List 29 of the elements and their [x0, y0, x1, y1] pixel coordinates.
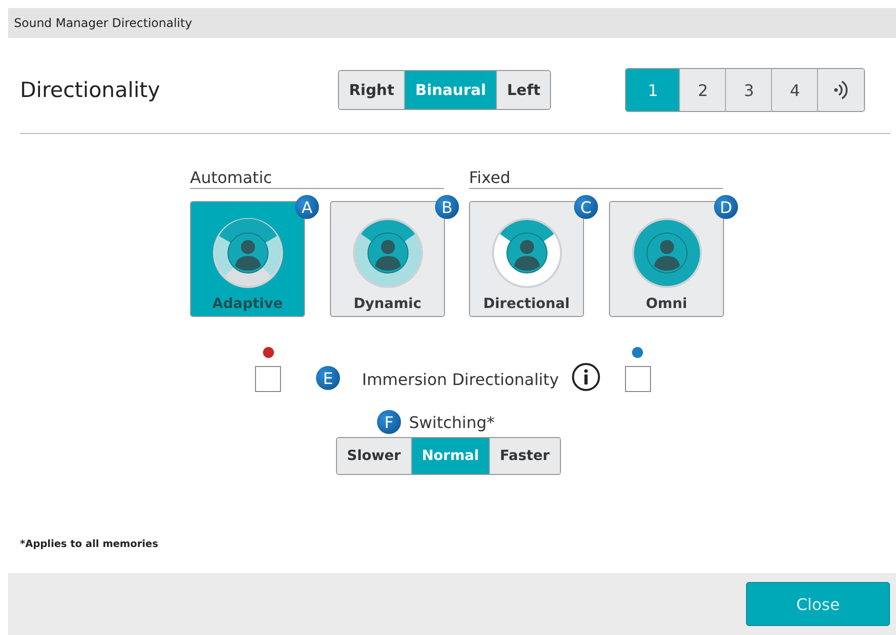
- speed-tab[interactable]: Slower: [337, 438, 412, 474]
- pattern-icon: [210, 216, 284, 290]
- checkbox[interactable]: [624, 366, 651, 392]
- immersion-label: Immersion Directionality: [362, 370, 559, 389]
- letter-badge: B: [435, 195, 459, 219]
- pattern-icon: [490, 216, 564, 290]
- checkbox[interactable]: [255, 366, 281, 392]
- pattern-icon: [350, 216, 424, 290]
- switching-label: Switching*: [409, 412, 495, 432]
- footnote: *Applies to all memories: [20, 539, 160, 550]
- memory-tab[interactable]: 2: [680, 69, 726, 111]
- letter-badge: E: [316, 366, 340, 390]
- group-heading: Fixed: [469, 168, 723, 189]
- streaming-tab[interactable]: [818, 69, 864, 111]
- letter-badge: D: [714, 195, 738, 219]
- letter-badge: F: [377, 410, 401, 434]
- page-heading: Directionality: [20, 78, 162, 102]
- speed-tab[interactable]: Faster: [490, 438, 560, 474]
- letter-badge: C: [574, 195, 598, 219]
- info-icon[interactable]: [570, 362, 601, 392]
- group-heading: Automatic: [190, 168, 444, 189]
- side-tab[interactable]: Right: [339, 71, 406, 109]
- side-tab[interactable]: Left: [497, 71, 550, 109]
- window-title: Sound Manager Directionality: [14, 16, 192, 30]
- memory-tab[interactable]: 3: [726, 69, 772, 111]
- sound-waves-icon: [832, 79, 850, 101]
- memory-tab[interactable]: 4: [772, 69, 818, 111]
- pattern-icon: [630, 216, 704, 290]
- letter-badge: A: [295, 195, 319, 219]
